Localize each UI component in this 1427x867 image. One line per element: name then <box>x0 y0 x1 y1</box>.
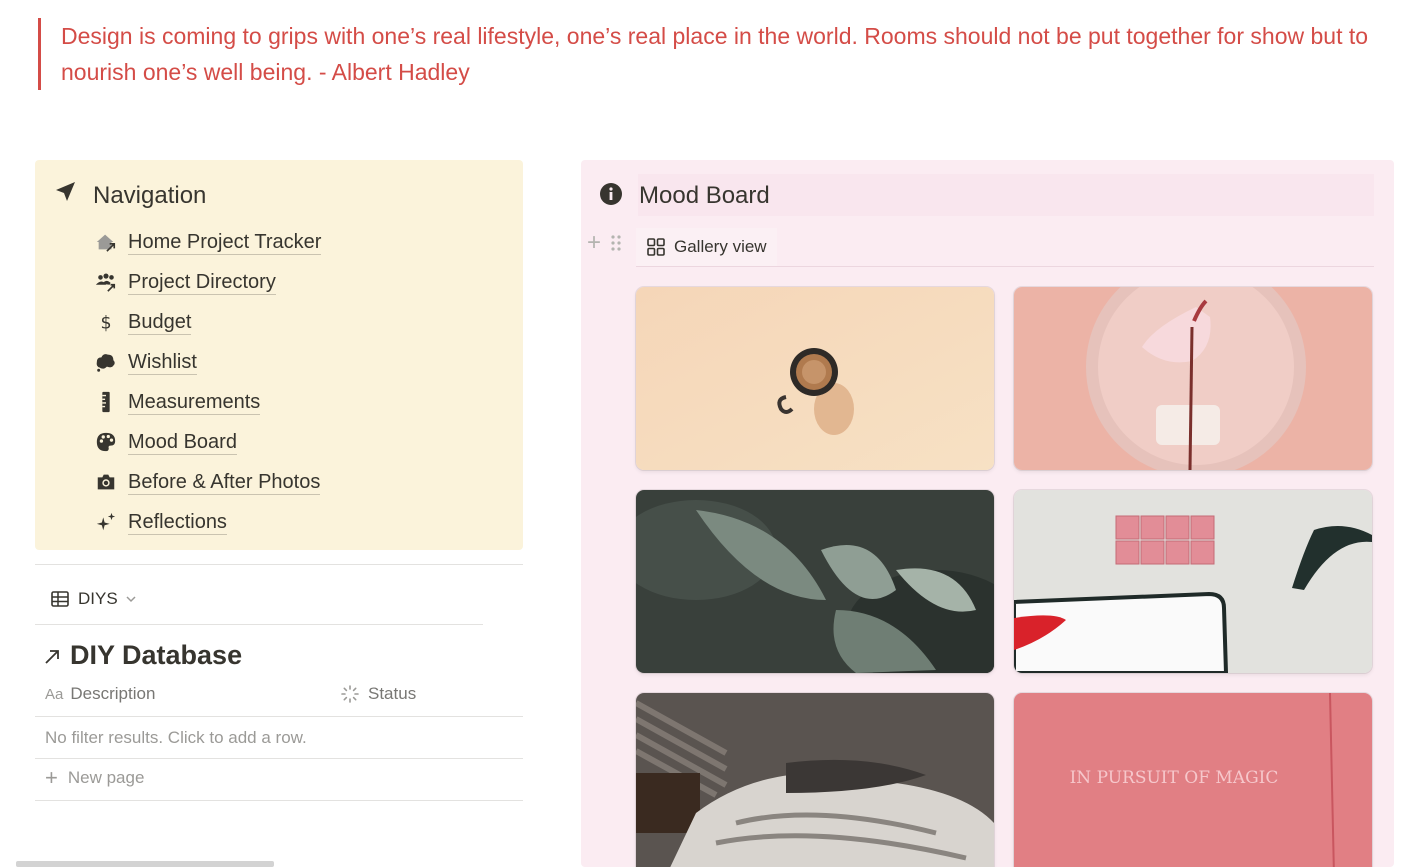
nav-item-reflections[interactable]: Reflections <box>93 502 321 542</box>
gallery-card-tiles[interactable] <box>1014 490 1372 673</box>
divider <box>636 266 1374 267</box>
nav-label: Mood Board <box>128 430 237 455</box>
column-header-description[interactable]: Aa Description <box>45 684 155 704</box>
nav-label: Reflections <box>128 510 227 535</box>
gallery-card-leaves[interactable] <box>636 490 994 673</box>
navigation-callout: Navigation Home Project Tracker Project … <box>35 160 523 550</box>
pink-tiles-tray-photo <box>1014 490 1372 673</box>
nav-label: Home Project Tracker <box>128 230 322 255</box>
navigation-arrow-icon <box>53 180 77 204</box>
divider <box>35 624 483 625</box>
table-divider <box>35 758 523 759</box>
nav-label: Before & After Photos <box>128 470 321 495</box>
svg-text:$: $ <box>100 313 111 333</box>
pink-flower-plate-photo <box>1014 287 1372 470</box>
divider <box>35 564 523 565</box>
column-header-status[interactable]: Status <box>340 684 416 704</box>
navigation-list: Home Project Tracker Project Directory $… <box>93 222 322 542</box>
table-divider <box>35 800 523 801</box>
mood-board-title: Mood Board <box>639 182 770 209</box>
add-block-icon[interactable]: + <box>587 231 601 255</box>
camera-icon <box>93 469 119 495</box>
column-label: Status <box>368 684 417 703</box>
block-tools: + <box>587 231 623 255</box>
nav-item-before-after-photos[interactable]: Before & After Photos <box>93 462 321 502</box>
gallery-card-bed[interactable] <box>636 693 994 867</box>
column-label: Description <box>70 684 156 703</box>
quote-text: Design is coming to grips with one’s rea… <box>61 23 1369 85</box>
empty-table-message[interactable]: No filter results. Click to add a row. <box>45 728 307 748</box>
nav-item-wishlist[interactable]: Wishlist <box>93 342 321 382</box>
quote-block: Design is coming to grips with one’s rea… <box>38 18 1378 90</box>
new-page-button[interactable]: + New page <box>45 765 145 790</box>
coffee-cup-photo <box>636 287 994 470</box>
horizontal-scrollbar[interactable] <box>16 861 274 867</box>
bed-shadows-photo <box>636 693 994 867</box>
info-icon <box>600 183 622 205</box>
navigation-title: Navigation <box>93 182 207 209</box>
mood-board-callout: Mood Board + Gallery view IN PURSUIT OF … <box>581 160 1394 867</box>
link-arrow-icon <box>45 649 59 664</box>
people-link-icon <box>93 269 119 295</box>
nav-item-project-directory[interactable]: Project Directory <box>93 262 321 302</box>
nav-label: Measurements <box>128 390 261 415</box>
gallery-card-pink-wall[interactable]: IN PURSUIT OF MAGIC <box>1014 693 1372 867</box>
nav-item-mood-board[interactable]: Mood Board <box>93 422 321 462</box>
home-link-icon <box>93 229 119 255</box>
wall-text: IN PURSUIT OF MAGIC <box>1070 768 1279 788</box>
database-view-label: DIYS <box>78 589 118 608</box>
nav-item-measurements[interactable]: Measurements <box>93 382 321 422</box>
database-view-tab[interactable]: DIYS <box>50 589 138 609</box>
new-page-label: New page <box>67 768 145 787</box>
green-leaves-photo <box>636 490 994 673</box>
nav-item-budget[interactable]: $ Budget <box>93 302 321 342</box>
gallery-card-coffee[interactable] <box>636 287 994 470</box>
pink-wall-photo: IN PURSUIT OF MAGIC <box>1014 693 1372 867</box>
plus-icon: + <box>45 765 58 790</box>
gallery-icon <box>647 238 665 256</box>
gallery-view-tab[interactable]: Gallery view <box>636 228 777 266</box>
nav-item-home-project-tracker[interactable]: Home Project Tracker <box>93 222 322 262</box>
ruler-icon <box>93 389 119 415</box>
gallery-view-label: Gallery view <box>674 237 767 256</box>
chevron-down-icon[interactable] <box>124 592 138 606</box>
table-divider <box>35 716 523 717</box>
drag-handle-icon[interactable] <box>609 232 623 254</box>
sparkles-icon <box>93 509 119 535</box>
palette-icon <box>93 429 119 455</box>
gallery-card-flower[interactable] <box>1014 287 1372 470</box>
database-title: DIY Database <box>70 640 243 670</box>
status-loader-icon <box>341 685 359 703</box>
dollar-icon: $ <box>93 309 119 335</box>
nav-label: Project Directory <box>128 270 276 295</box>
database-title-link[interactable]: DIY Database <box>42 640 242 671</box>
table-icon <box>51 591 69 607</box>
cloud-icon <box>93 349 119 375</box>
text-property-icon: Aa <box>45 685 64 703</box>
nav-label: Wishlist <box>128 350 197 375</box>
nav-label: Budget <box>128 310 192 335</box>
